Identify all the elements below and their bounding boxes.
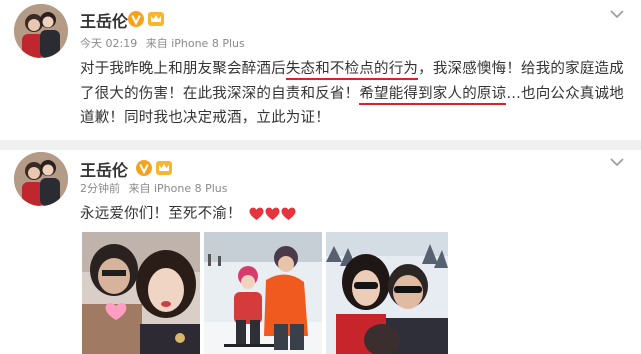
post-source: 来自 iPhone 8 Plus (145, 37, 245, 50)
vip-icon (128, 11, 144, 27)
heart-icon (281, 207, 296, 220)
heart-icon (249, 207, 264, 220)
post-time: 今天 02:19 (80, 37, 138, 50)
underlined-text: 希望能得到家人的原谅 (359, 85, 507, 105)
post-separator (0, 140, 641, 150)
vip-icon (136, 160, 152, 176)
post-body: 永远爱你们！至死不渝！ (80, 202, 625, 230)
username[interactable]: 王岳伦 (80, 157, 128, 181)
post-meta: 2分钟前 来自 iPhone 8 Plus (80, 180, 233, 196)
weibo-post-1: 王岳伦 今天 02:19 来自 iPhone 8 Plus 对于我昨晚上和朋友聚… (0, 0, 641, 140)
weibo-post-2: 王岳伦 2分钟前 来自 iPhone 8 Plus 永远爱你们！至死不渝！ (0, 150, 641, 354)
photo-grid (82, 232, 452, 354)
chevron-down-icon[interactable] (609, 156, 625, 168)
hearts (249, 205, 297, 230)
crown-icon (148, 12, 164, 26)
underlined-text: 失态和不检点的行为 (285, 61, 419, 80)
post-text: 对于我昨晚上和朋友聚会醉酒后 (80, 61, 286, 77)
photo-snow-couple[interactable] (326, 232, 448, 354)
avatar[interactable] (14, 4, 68, 58)
post-source: 来自 iPhone 8 Plus (128, 182, 228, 195)
post-time: 2分钟前 (80, 182, 120, 195)
post-text: 永远爱你们！至死不渝！ (80, 206, 242, 222)
chevron-down-icon[interactable] (609, 8, 625, 20)
post-meta: 今天 02:19 来自 iPhone 8 Plus (80, 35, 250, 51)
photo-couple-selfie[interactable] (82, 232, 200, 354)
username[interactable]: 王岳伦 (80, 8, 128, 32)
post-body: 对于我昨晚上和朋友聚会醉酒后失态和不检点的行为，我深感懊悔！给我的家庭造成了很大… (80, 57, 625, 131)
photo-skiing[interactable] (204, 232, 322, 354)
heart-icon (265, 207, 280, 220)
crown-icon (156, 161, 172, 175)
avatar[interactable] (14, 152, 68, 206)
